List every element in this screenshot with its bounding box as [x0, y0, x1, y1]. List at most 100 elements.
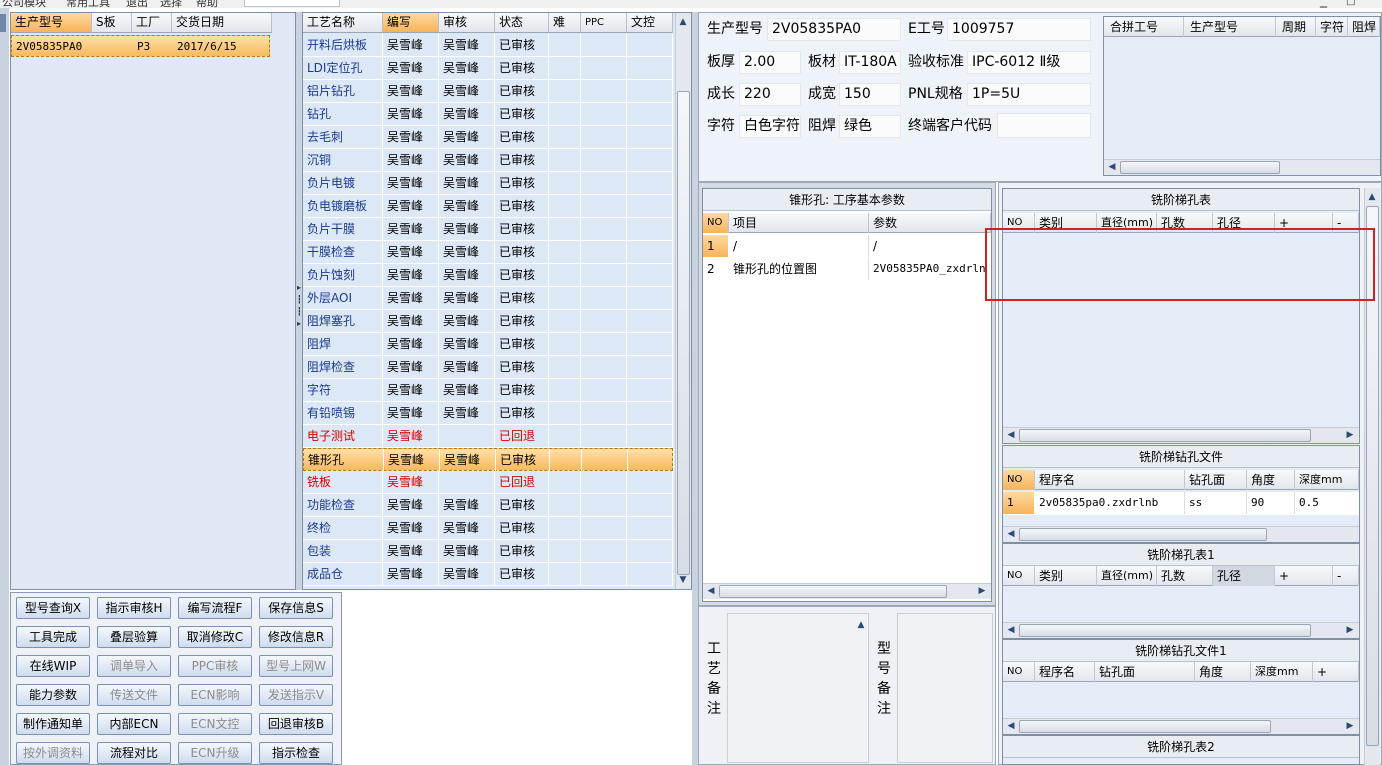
process-row[interactable]: 负片蚀刻 吴雪峰 吴雪峰 已审核	[303, 264, 673, 287]
process-row[interactable]: 包装 吴雪峰 吴雪峰 已审核	[303, 540, 673, 563]
scroll-thumb[interactable]	[1019, 429, 1311, 442]
length-value[interactable]: 220	[739, 83, 801, 106]
reviewer-header[interactable]: 审核	[439, 13, 495, 33]
process-row[interactable]: 钻孔 吴雪峰 吴雪峰 已审核	[303, 103, 673, 126]
action-button[interactable]: 指示审核H	[97, 597, 171, 619]
status-header[interactable]: 状态	[495, 13, 549, 33]
remove-row-button[interactable]: -	[1333, 566, 1359, 586]
col-program[interactable]: 程序名	[1035, 470, 1185, 490]
restore-icon[interactable]: □	[1346, 0, 1355, 7]
col-face[interactable]: 钻孔面	[1185, 470, 1247, 490]
process-row[interactable]: 成品仓 吴雪峰 吴雪峰 已审核	[303, 563, 673, 586]
process-vscroll[interactable]: ▲ ▼	[675, 13, 691, 589]
action-button[interactable]: ECN影响	[178, 684, 252, 706]
action-button[interactable]: 传送文件	[97, 684, 171, 706]
col-no[interactable]: NO	[1003, 662, 1035, 682]
factory-column-header[interactable]: 工厂	[132, 13, 172, 33]
scroll-left-icon[interactable]: ◀	[1004, 623, 1018, 637]
drill-file-row[interactable]: 1 2v05835pa0.zxdrlnb ss 90 0.5	[1003, 492, 1359, 515]
col-depth[interactable]: 深度mm	[1251, 662, 1313, 682]
merge-model-header[interactable]: 生产型号	[1184, 17, 1276, 37]
material-value[interactable]: IT-180A	[839, 51, 901, 74]
param-row[interactable]: 2 锥形孔的位置图 2V05835PA0_zxdrln	[703, 258, 991, 281]
scroll-right-icon[interactable]: ▶	[1343, 428, 1357, 442]
scroll-thumb[interactable]	[1120, 161, 1280, 174]
process-row[interactable]: 负电镀磨板 吴雪峰 吴雪峰 已审核	[303, 195, 673, 218]
process-row[interactable]: 外层AOI 吴雪峰 吴雪峰 已审核	[303, 287, 673, 310]
process-row[interactable]: 去毛刺 吴雪峰 吴雪峰 已审核	[303, 126, 673, 149]
action-button[interactable]: ECN升级	[178, 742, 252, 764]
minimize-icon[interactable]: _	[1320, 0, 1327, 8]
col-hole-size[interactable]: 孔径	[1213, 566, 1275, 586]
scroll-thumb[interactable]	[1019, 720, 1271, 733]
scroll-left-icon[interactable]: ◀	[1004, 719, 1018, 733]
col-diameter[interactable]: 直径(mm)	[1097, 566, 1157, 586]
action-button[interactable]: 修改信息R	[259, 626, 333, 648]
mask-value[interactable]: 绿色	[839, 115, 901, 138]
step-drill1-hscroll[interactable]: ◀ ▶	[1003, 718, 1359, 734]
scroll-thumb[interactable]	[1019, 528, 1267, 541]
process-name-header[interactable]: 工艺名称	[303, 13, 383, 33]
pnl-value[interactable]: 1P=5U	[967, 83, 1091, 106]
customer-value[interactable]	[997, 113, 1091, 138]
quick-search-input[interactable]	[244, 0, 340, 7]
action-button[interactable]: 保存信息S	[259, 597, 333, 619]
process-note-field[interactable]: ▲	[727, 613, 869, 763]
process-row[interactable]: 铝片钻孔 吴雪峰 吴雪峰 已审核	[303, 80, 673, 103]
action-button[interactable]: 流程对比	[97, 742, 171, 764]
action-button[interactable]: 指示检查	[259, 742, 333, 764]
scroll-left-icon[interactable]: ◀	[1004, 428, 1018, 442]
param-row[interactable]: 1 / /	[703, 235, 991, 258]
scroll-up-icon[interactable]: ▲	[676, 15, 690, 29]
col-type[interactable]: 类别	[1035, 566, 1097, 586]
model-note-field[interactable]	[897, 613, 993, 763]
scroll-thumb[interactable]	[677, 91, 690, 575]
action-button[interactable]: 型号上网W	[259, 655, 333, 677]
col-count[interactable]: 孔数	[1157, 566, 1213, 586]
col-face[interactable]: 钻孔面	[1095, 662, 1195, 682]
ppc-header[interactable]: PPC	[581, 13, 627, 33]
col-depth[interactable]: 深度mm	[1295, 470, 1359, 490]
difficulty-header[interactable]: 难	[549, 13, 581, 33]
menu-fragment[interactable]: 退出	[126, 0, 148, 8]
scroll-right-icon[interactable]: ▶	[975, 584, 989, 598]
model-value[interactable]: 2V05835PA0	[767, 18, 901, 41]
merge-hscroll[interactable]: ◀	[1104, 159, 1380, 175]
process-row[interactable]: 阻焊检查 吴雪峰 吴雪峰 已审核	[303, 356, 673, 379]
scroll-up-icon[interactable]: ▲	[1365, 190, 1379, 204]
process-row[interactable]: 锥形孔 吴雪峰 吴雪峰 已审核	[303, 448, 674, 471]
scroll-right-icon[interactable]: ▶	[1343, 623, 1357, 637]
model-column-header[interactable]: 生产型号	[11, 13, 92, 33]
thick-value[interactable]: 2.00	[739, 51, 801, 74]
merge-no-header[interactable]: 合拼工号	[1104, 17, 1184, 37]
step-drill-hscroll[interactable]: ◀	[1003, 526, 1359, 542]
param-item-header[interactable]: 项目	[729, 213, 869, 233]
scroll-down-icon[interactable]: ▼	[676, 573, 690, 587]
scroll-thumb[interactable]	[1019, 624, 1311, 637]
writer-header[interactable]: 编写	[383, 13, 439, 33]
process-row[interactable]: 功能检查 吴雪峰 吴雪峰 已审核	[303, 494, 673, 517]
process-row[interactable]: 沉铜 吴雪峰 吴雪峰 已审核	[303, 149, 673, 172]
col-no[interactable]: NO	[1003, 566, 1035, 586]
step-hole-hscroll[interactable]: ◀ ▶	[1003, 427, 1359, 443]
col-no[interactable]: NO	[1003, 470, 1035, 490]
col-angle[interactable]: 角度	[1247, 470, 1295, 490]
process-row[interactable]: LDI定位孔 吴雪峰 吴雪峰 已审核	[303, 57, 673, 80]
param-value-header[interactable]: 参数	[869, 213, 991, 233]
action-button[interactable]: 能力参数	[16, 684, 90, 706]
scroll-left-icon[interactable]: ◀	[1004, 527, 1018, 541]
action-button[interactable]: 在线WIP	[16, 655, 90, 677]
width-value[interactable]: 150	[839, 83, 901, 106]
doc-control-header[interactable]: 文控	[627, 13, 673, 33]
merge-mask-header[interactable]: 阻焊	[1348, 17, 1380, 37]
process-row[interactable]: 字符 吴雪峰 吴雪峰 已审核	[303, 379, 673, 402]
add-row-button[interactable]: +	[1313, 662, 1359, 682]
process-row[interactable]: 干膜检查 吴雪峰 吴雪峰 已审核	[303, 241, 673, 264]
param-hscroll[interactable]: ◀ ▶	[703, 583, 991, 599]
eno-value[interactable]: 1009757	[947, 18, 1091, 41]
process-row[interactable]: 终检 吴雪峰 吴雪峰 已审核	[303, 517, 673, 540]
action-button[interactable]: 按外调资料	[16, 742, 90, 764]
process-row[interactable]: 负片干膜 吴雪峰 吴雪峰 已审核	[303, 218, 673, 241]
model-row[interactable]: 2V05835PA0 P3 2017/6/15	[11, 35, 270, 57]
add-row-button[interactable]: +	[1275, 566, 1333, 586]
